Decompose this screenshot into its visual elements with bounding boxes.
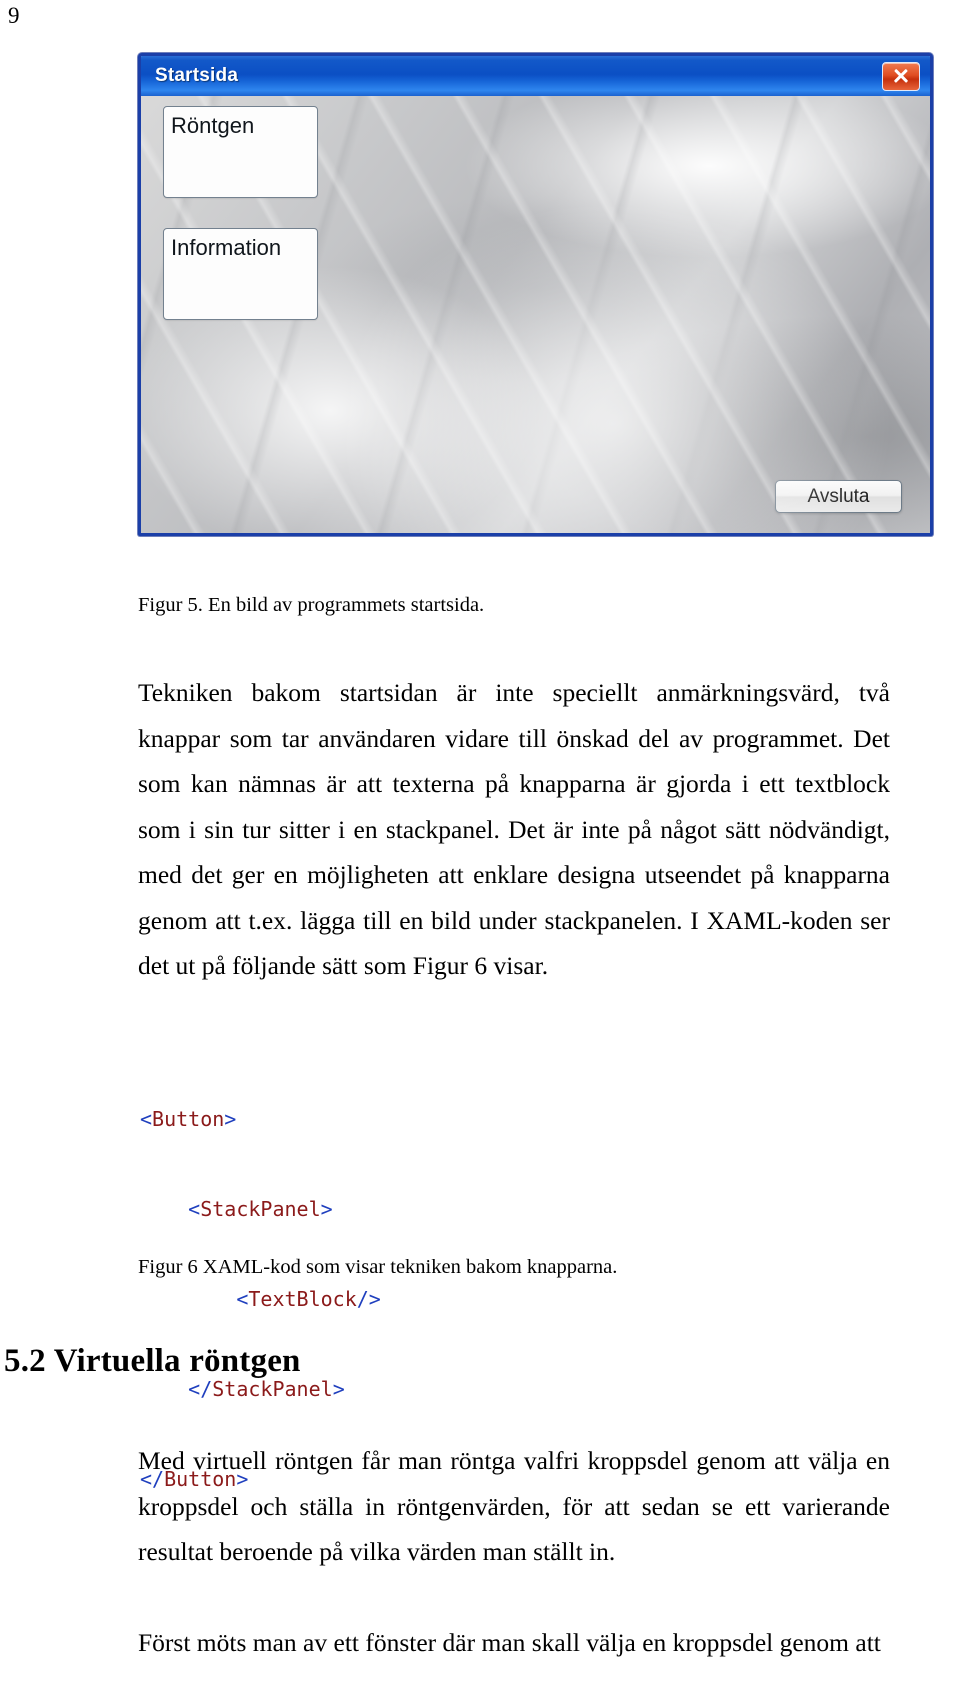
code-line: <Button>: [140, 1107, 237, 1131]
figure-6-caption: Figur 6 XAML-kod som visar tekniken bako…: [138, 1256, 618, 1278]
section-heading: 5.2 Virtuella röntgen: [4, 1343, 301, 1379]
code-line: <StackPanel>: [188, 1197, 333, 1221]
code-line: <TextBlock/>: [236, 1287, 381, 1311]
figure-5-screenshot: Startsida Röntgen Information Avsluta: [138, 53, 933, 536]
figure-5-caption: Figur 5. En bild av programmets startsid…: [138, 594, 485, 616]
paragraph-teknik: Tekniken bakom startsidan är inte specie…: [138, 678, 890, 980]
information-button[interactable]: Information: [163, 228, 318, 320]
paragraph-forst-mots: Först möts man av ett fönster där man sk…: [138, 1628, 881, 1657]
window-title: Startsida: [155, 65, 239, 86]
app-window: Startsida Röntgen Information Avsluta: [138, 53, 933, 536]
avsluta-button[interactable]: Avsluta: [775, 480, 902, 513]
window-title-bar: Startsida: [141, 56, 930, 96]
page-number: 9: [8, 3, 20, 28]
main-menu-buttons: Röntgen Information: [163, 106, 318, 320]
window-client-area: Röntgen Information Avsluta: [141, 96, 930, 533]
paragraph-virtuell-rontgen: Med virtuell röntgen får man röntga valf…: [138, 1446, 890, 1566]
close-icon[interactable]: [882, 61, 920, 91]
rontgen-button[interactable]: Röntgen: [163, 106, 318, 198]
